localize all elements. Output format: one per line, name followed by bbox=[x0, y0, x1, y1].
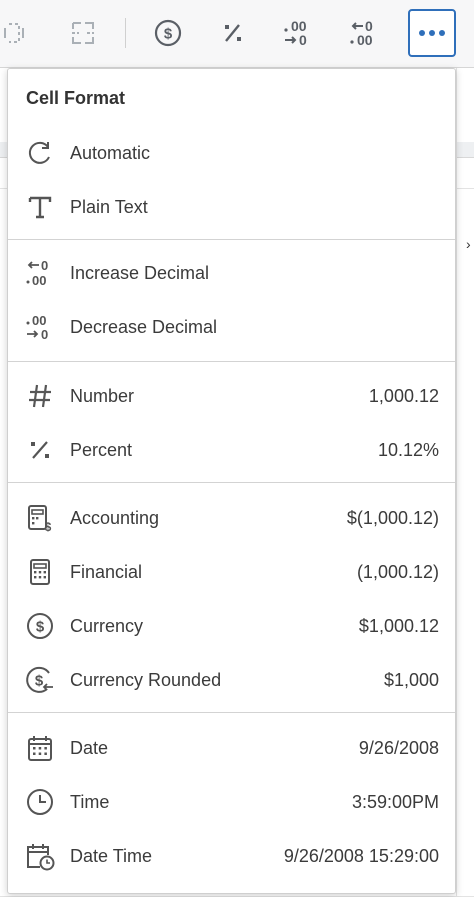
menu-item-financial[interactable]: Financial (1,000.12) bbox=[8, 548, 455, 596]
menu-item-accounting[interactable]: $ Accounting $(1,000.12) bbox=[8, 494, 455, 542]
menu-item-label: Date Time bbox=[70, 845, 153, 866]
menu-item-label: Plain Text bbox=[70, 196, 148, 217]
increase-decimal-icon: 0 00 bbox=[347, 18, 381, 48]
unmerge-cells-icon bbox=[68, 19, 98, 47]
menu-item-example: 9/26/2008 15:29:00 bbox=[283, 845, 439, 866]
menu-divider bbox=[8, 712, 455, 713]
unmerge-cells-button[interactable] bbox=[61, 10, 105, 56]
percent-icon bbox=[24, 435, 56, 465]
menu-item-date[interactable]: Date 9/26/2008 bbox=[8, 724, 455, 772]
decrease-decimal-icon: 00 0 bbox=[281, 18, 315, 48]
decrease-decimal-icon: 00 0 bbox=[24, 312, 56, 342]
menu-item-example: 3:59:00PM bbox=[351, 791, 439, 812]
percent-format-button[interactable] bbox=[211, 10, 255, 56]
toolbar-separator bbox=[125, 18, 126, 48]
svg-text:0: 0 bbox=[41, 258, 48, 273]
format-toolbar: $ 00 0 0 00 bbox=[0, 0, 474, 68]
svg-text:00: 00 bbox=[357, 32, 373, 48]
menu-divider bbox=[8, 239, 455, 240]
menu-item-example: (1,000.12) bbox=[356, 561, 439, 582]
decrease-decimal-button[interactable]: 00 0 bbox=[276, 10, 320, 56]
menu-item-increase-decimal[interactable]: 0 00 Increase Decimal bbox=[8, 249, 455, 297]
menu-item-example: $1,000.12 bbox=[358, 615, 439, 636]
menu-title: Cell Format bbox=[26, 88, 126, 108]
svg-text:0: 0 bbox=[41, 327, 48, 342]
menu-divider bbox=[8, 482, 455, 483]
automatic-icon bbox=[24, 138, 56, 168]
cell-format-menu: Cell Format Automatic Plain Text 0 00 In… bbox=[7, 68, 456, 894]
cell-overflow-indicator: › bbox=[466, 236, 471, 252]
financial-icon bbox=[24, 557, 56, 587]
menu-divider bbox=[8, 361, 455, 362]
more-options-icon bbox=[419, 30, 445, 36]
menu-item-label: Percent bbox=[70, 439, 133, 460]
svg-text:0: 0 bbox=[299, 32, 307, 48]
svg-text:$: $ bbox=[35, 673, 44, 690]
menu-item-example: $(1,000.12) bbox=[346, 507, 439, 528]
menu-item-label: Date bbox=[70, 737, 109, 758]
merge-cells-icon bbox=[0, 20, 31, 46]
menu-item-plain-text[interactable]: Plain Text bbox=[8, 183, 455, 231]
currency-format-button[interactable]: $ bbox=[146, 10, 190, 56]
svg-text:00: 00 bbox=[32, 273, 46, 288]
menu-item-date-time[interactable]: Date Time 9/26/2008 15:29:00 bbox=[8, 832, 455, 880]
date-time-icon bbox=[24, 841, 56, 871]
increase-decimal-icon: 0 00 bbox=[24, 258, 56, 288]
svg-text:$: $ bbox=[36, 619, 45, 636]
menu-item-number[interactable]: Number 1,000.12 bbox=[8, 372, 455, 420]
menu-item-label: Currency Rounded bbox=[70, 669, 222, 690]
percent-icon bbox=[220, 20, 246, 46]
menu-item-currency-rounded[interactable]: $ Currency Rounded $1,000 bbox=[8, 656, 455, 704]
menu-item-label: Decrease Decimal bbox=[70, 316, 218, 337]
grid-line bbox=[456, 68, 457, 897]
menu-item-label: Increase Decimal bbox=[70, 262, 210, 283]
menu-item-example: 1,000.12 bbox=[368, 385, 439, 406]
plain-text-icon bbox=[24, 192, 56, 222]
svg-text:$: $ bbox=[45, 520, 52, 533]
date-icon bbox=[24, 733, 56, 763]
menu-item-example: $1,000 bbox=[383, 669, 439, 690]
number-icon bbox=[24, 381, 56, 411]
menu-item-example: 10.12% bbox=[377, 439, 439, 460]
menu-item-label: Currency bbox=[70, 615, 144, 636]
currency-icon: $ bbox=[153, 18, 183, 48]
more-options-button[interactable] bbox=[408, 9, 456, 57]
menu-item-example: 9/26/2008 bbox=[358, 737, 439, 758]
increase-decimal-button[interactable]: 0 00 bbox=[342, 10, 386, 56]
menu-item-label: Automatic bbox=[70, 142, 151, 163]
currency-rounded-icon: $ bbox=[24, 665, 56, 695]
svg-text:$: $ bbox=[164, 26, 173, 43]
currency-icon: $ bbox=[24, 611, 56, 641]
menu-item-automatic[interactable]: Automatic bbox=[8, 129, 455, 177]
menu-item-label: Financial bbox=[70, 561, 143, 582]
menu-item-time[interactable]: Time 3:59:00PM bbox=[8, 778, 455, 826]
menu-item-decrease-decimal[interactable]: 00 0 Decrease Decimal bbox=[8, 303, 455, 351]
menu-item-label: Number bbox=[70, 385, 135, 406]
menu-item-label: Time bbox=[70, 791, 110, 812]
svg-text:00: 00 bbox=[32, 313, 46, 328]
menu-item-currency[interactable]: $ Currency $1,000.12 bbox=[8, 602, 455, 650]
menu-item-percent[interactable]: Percent 10.12% bbox=[8, 426, 455, 474]
merge-cells-button[interactable] bbox=[0, 10, 36, 56]
time-icon bbox=[24, 787, 56, 817]
accounting-icon: $ bbox=[24, 503, 56, 533]
menu-item-label: Accounting bbox=[70, 507, 160, 528]
